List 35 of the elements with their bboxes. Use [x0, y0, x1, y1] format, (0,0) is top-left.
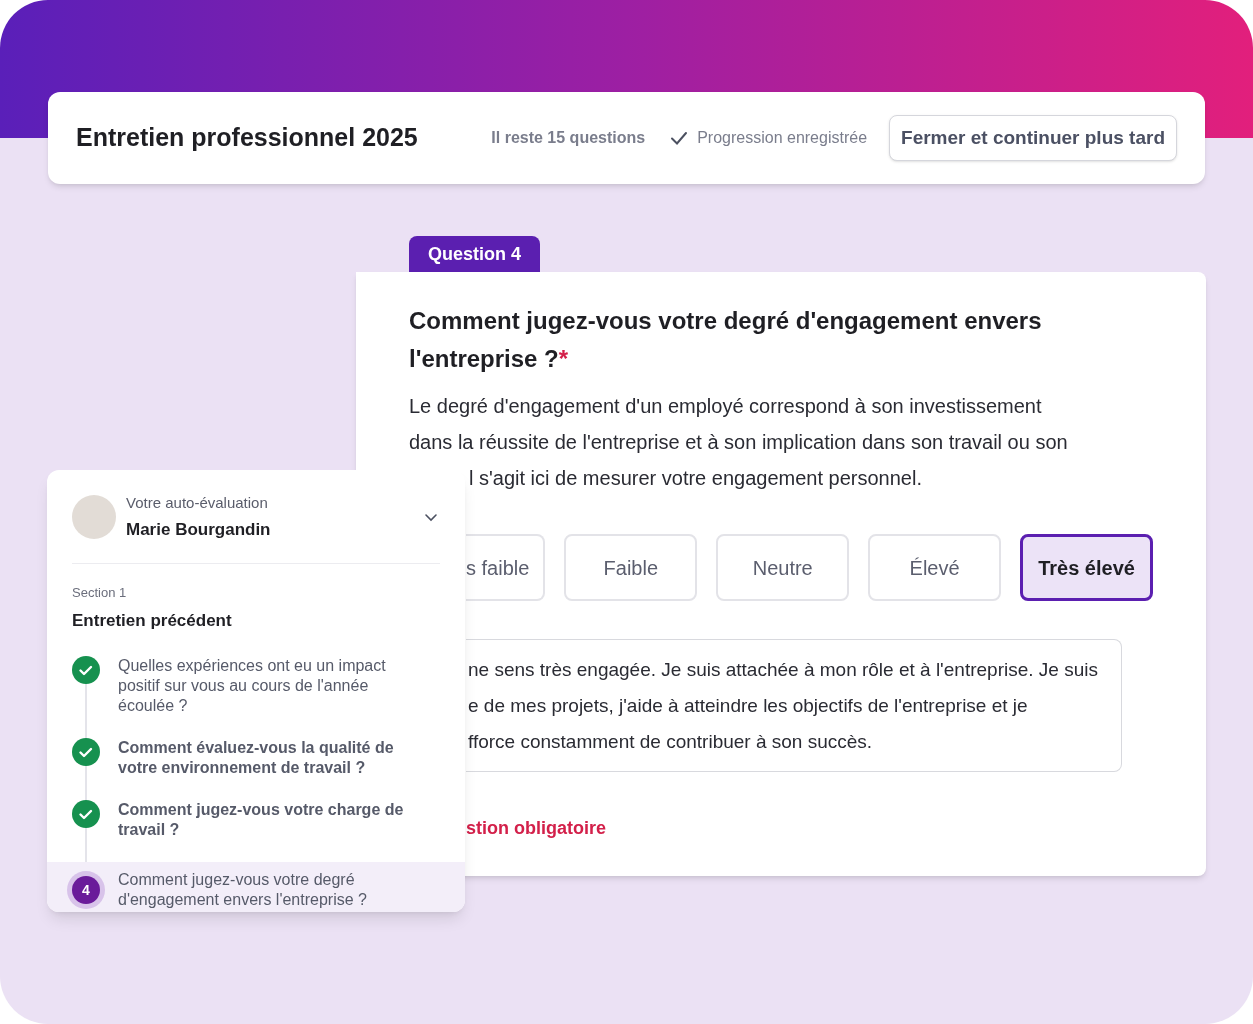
- description-line: dans la réussite de l'entreprise et à son implication dans son travail ou son: [409, 430, 1068, 455]
- check-circle-icon: [72, 800, 100, 828]
- step-item[interactable]: Comment jugez-vous votre charge de travail ?: [47, 800, 465, 840]
- question-title: Comment jugez-vous votre degré d'engagement envers l'entreprise ?*: [409, 306, 1043, 374]
- answer-field[interactable]: ne sens très engagée. Je suis attachée à mon rôle et à l'entreprise. Je suis e de mes projets, j'aide à atteindre les objectifs de l'entreprise et je fforce constamment de contribuer à son succès.: [466, 639, 1122, 772]
- step-text: Quelles expériences ont eu un impact positif sur vous au cours de l'année écoulée ?: [118, 656, 387, 716]
- step-item[interactable]: Comment évaluez-vous la qualité de votre environnement de travail ?: [47, 738, 465, 778]
- rating-option[interactable]: Très élevé: [1020, 534, 1153, 601]
- rating-option[interactable]: Neutre: [716, 534, 850, 601]
- step-text: Comment évaluez-vous la qualité de votre environnement de travail ?: [118, 738, 395, 778]
- answer-line: fforce constamment de contribuer à son succès.: [468, 730, 873, 754]
- section-label: Section 1: [72, 584, 128, 602]
- remaining-count: Il reste 15 questions: [491, 128, 646, 148]
- answer-line: e de mes projets, j'aide à atteindre les objectifs de l'entreprise et je: [468, 694, 1028, 718]
- question-tab[interactable]: Question 4: [409, 236, 540, 272]
- employee-name: Marie Bourgandin: [126, 518, 271, 541]
- page-title: Entretien professionnel 2025: [76, 122, 418, 154]
- close-later-button[interactable]: Fermer et continuer plus tard: [889, 115, 1177, 161]
- description-line: Le degré d'engagement d'un employé correspond à son investissement: [409, 394, 1042, 419]
- answer-line: ne sens très engagée. Je suis attachée à mon rôle et à l'entreprise. Je suis: [468, 658, 1098, 682]
- rating-option[interactable]: Faible: [564, 534, 698, 601]
- step-text: Comment jugez-vous votre charge de travail ?: [118, 800, 405, 840]
- sidebar-subtitle: Votre auto-évaluation: [126, 493, 269, 513]
- rating-option[interactable]: s faible: [466, 534, 546, 601]
- avatar: [72, 495, 116, 539]
- section-title: Entretien précédent: [72, 609, 233, 632]
- step-item[interactable]: Quelles expériences ont eu un impact positif sur vous au cours de l'année écoulée ?: [47, 656, 465, 716]
- description-line: l s'agit ici de mesurer votre engagement personnel.: [469, 466, 922, 491]
- check-circle-icon: [72, 656, 100, 684]
- rating-option[interactable]: Élevé: [868, 534, 1002, 601]
- saved-status: Progression enregistrée: [697, 128, 868, 148]
- step-text: Comment jugez-vous votre degré d'engagement envers l'entreprise ?: [118, 870, 368, 910]
- step-item[interactable]: 4 Comment jugez-vous votre degré d'engagement envers l'entreprise ?: [47, 862, 465, 912]
- required-message: stion obligatoire: [466, 817, 606, 840]
- check-circle-icon: [72, 738, 100, 766]
